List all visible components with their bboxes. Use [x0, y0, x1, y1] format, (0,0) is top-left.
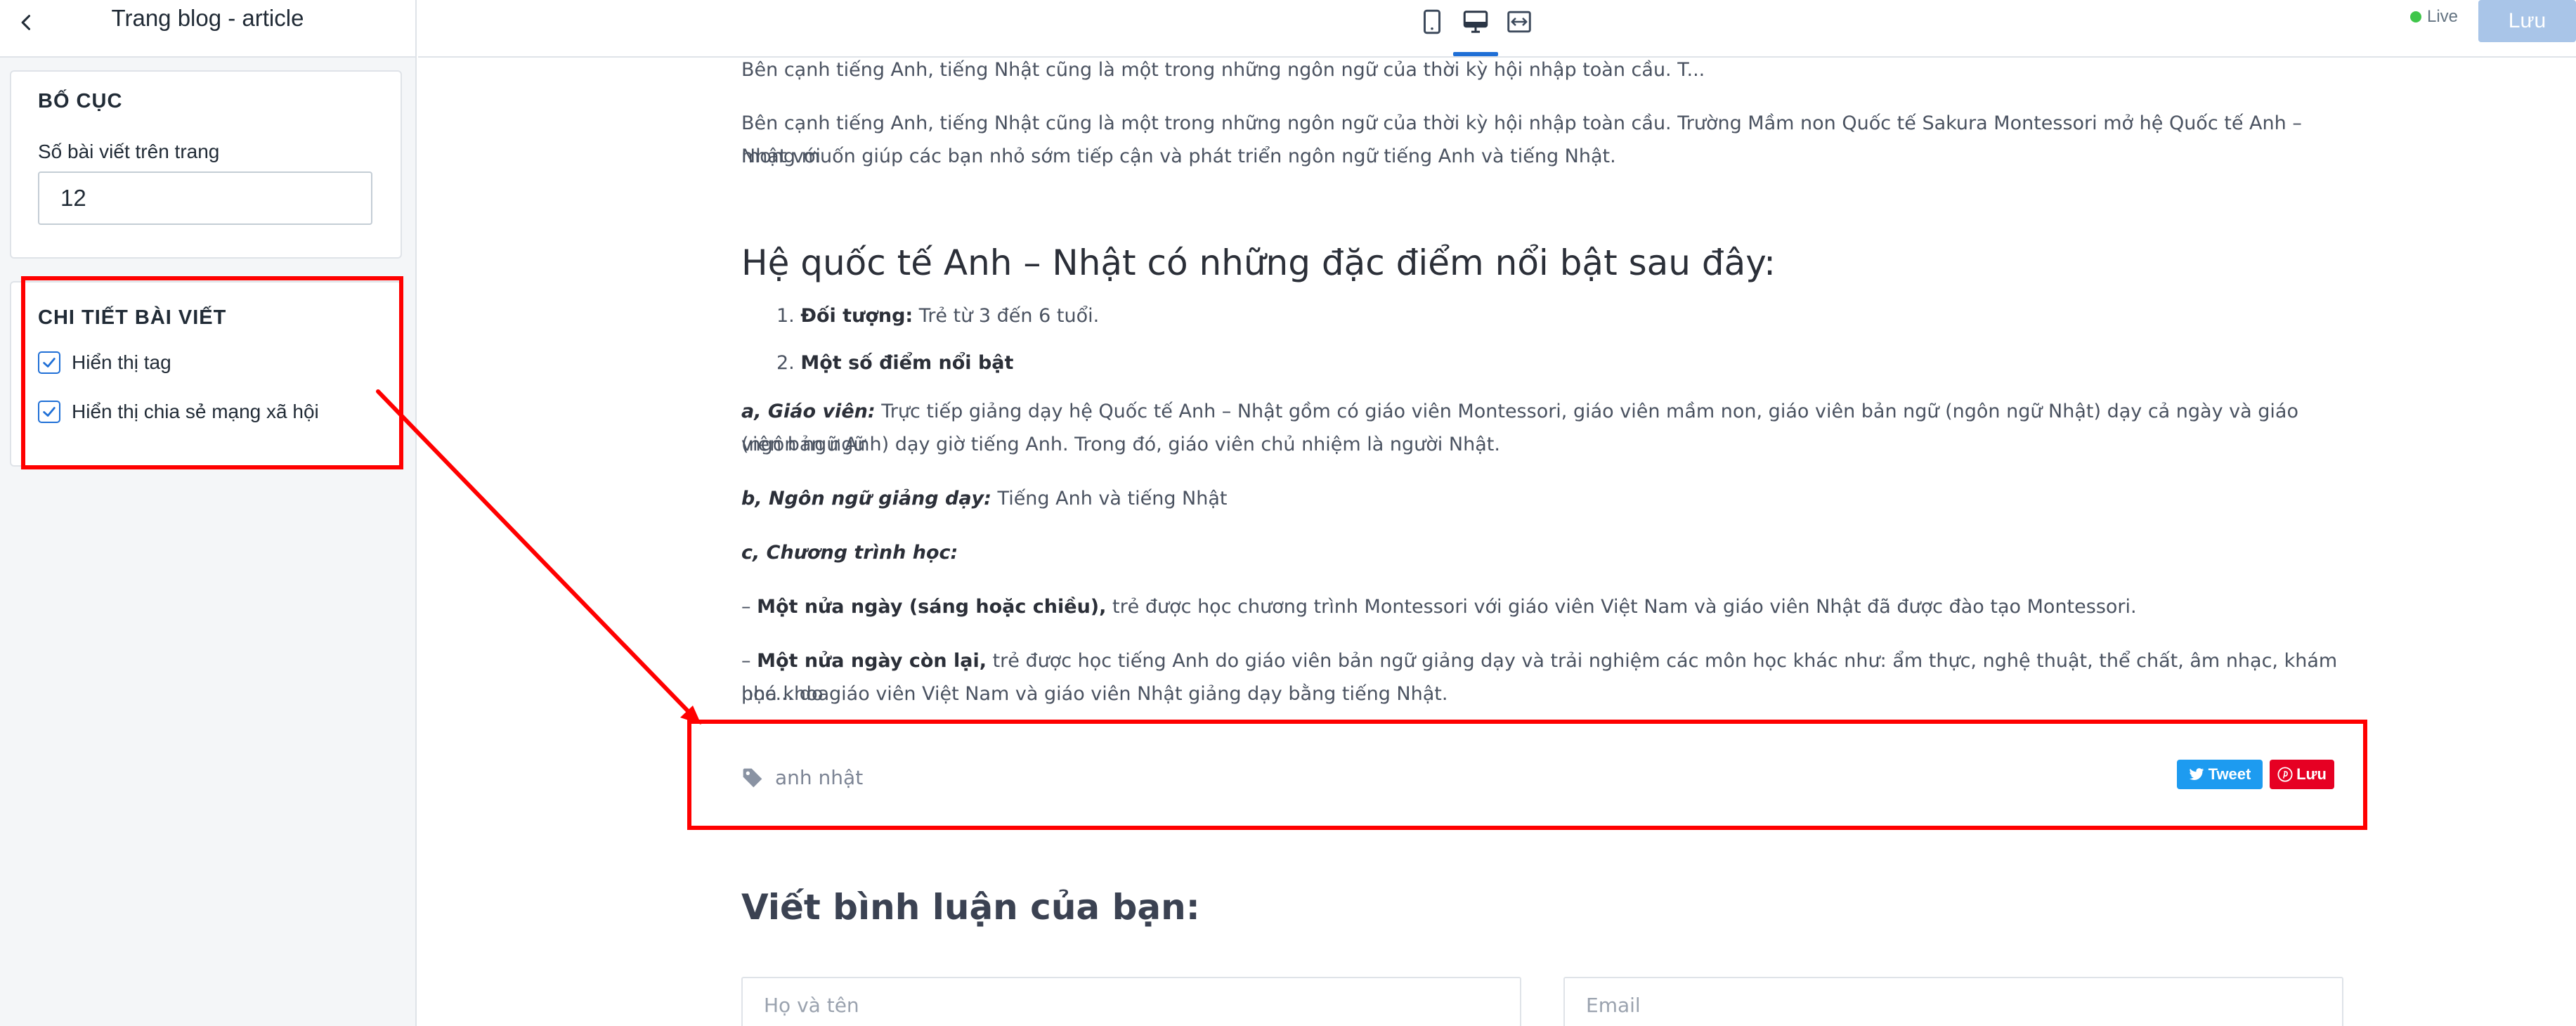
- fullwidth-icon: [1507, 11, 1531, 33]
- sidebar-header: Trang blog - article: [0, 0, 415, 58]
- show-share-checkbox-row[interactable]: Hiển thị chia sẻ mạng xã hội: [38, 401, 319, 423]
- name-input[interactable]: [741, 977, 1521, 1026]
- desktop-icon: [1463, 11, 1488, 33]
- fullwidth-view-button[interactable]: [1502, 4, 1537, 39]
- show-tag-checkbox-row[interactable]: Hiển thị tag: [38, 351, 171, 374]
- checkmark-icon: [43, 358, 56, 368]
- live-status: Live: [2410, 7, 2458, 27]
- email-input[interactable]: [1563, 977, 2343, 1026]
- article-heading: Hệ quốc tế Anh – Nhật có những đặc điểm …: [741, 242, 1776, 283]
- annotation-box-preview: [687, 720, 2367, 830]
- language-paragraph: b, Ngôn ngữ giảng dạy: Tiếng Anh và tiến…: [741, 482, 2343, 515]
- comment-heading: Viết bình luận của bạn:: [741, 887, 1200, 928]
- list-item: 2. Một số điểm nổi bật: [776, 352, 1013, 374]
- teachers-line-2: (ngôn ngữ Anh) dạy giờ tiếng Anh. Trong …: [741, 434, 1500, 455]
- editor-topbar: [418, 0, 2576, 58]
- live-dot-icon: [2410, 11, 2421, 22]
- article-intro-line-2: mong muốn giúp các bạn nhỏ sớm tiếp cận …: [741, 145, 1616, 167]
- list-item: 1. Đối tượng: Trẻ từ 3 đến 6 tuổi.: [776, 305, 1099, 327]
- half-day-1-text: trẻ được học chương trình Montessori với…: [1106, 596, 2137, 618]
- twitter-icon: [2189, 768, 2204, 780]
- show-tag-label: Hiển thị tag: [72, 351, 171, 373]
- half-day-2-bold: Một nửa ngày còn lại,: [757, 650, 987, 672]
- pinterest-label: Lưu: [2296, 765, 2327, 783]
- list-item-text: Trẻ từ 3 đến 6 tuổi.: [913, 305, 1100, 327]
- post-detail-card-title: CHI TIẾT BÀI VIẾT: [38, 306, 227, 329]
- pinterest-icon: [2277, 767, 2293, 782]
- tag-icon: [743, 768, 762, 787]
- half-day-1-paragraph: – Một nửa ngày (sáng hoặc chiều), trẻ đư…: [741, 590, 2343, 623]
- dash: –: [741, 596, 757, 618]
- posts-per-page-input[interactable]: [38, 171, 372, 225]
- show-share-label: Hiển thị chia sẻ mạng xã hội: [72, 401, 319, 422]
- settings-sidebar: Trang blog - article BỐ CỤC Số bài viết …: [0, 0, 417, 1026]
- tweet-label: Tweet: [2208, 765, 2251, 783]
- dash: –: [741, 650, 757, 672]
- list-item-bold: Đối tượng:: [800, 305, 913, 327]
- posts-per-page-label: Số bài viết trên trang: [38, 141, 220, 162]
- program-label: c, Chương trình học:: [741, 542, 958, 564]
- pinterest-save-button[interactable]: Lưu: [2270, 760, 2334, 789]
- live-label: Live: [2427, 7, 2459, 26]
- desktop-view-button[interactable]: [1458, 4, 1493, 39]
- program-paragraph: c, Chương trình học:: [741, 536, 2343, 569]
- page-title: Trang blog - article: [111, 5, 304, 31]
- layout-card: BỐ CỤC Số bài viết trên trang: [10, 70, 402, 259]
- language-text: Tiếng Anh và tiếng Nhật: [991, 488, 1228, 509]
- list-item-bold: Một số điểm nổi bật: [800, 352, 1014, 374]
- show-share-checkbox[interactable]: [38, 401, 60, 423]
- half-day-1-bold: Một nửa ngày (sáng hoặc chiều),: [757, 596, 1107, 618]
- save-button[interactable]: Lưu: [2478, 0, 2576, 42]
- show-tag-checkbox[interactable]: [38, 351, 60, 374]
- half-day-2-line-2: học... do giáo viên Việt Nam và giáo viê…: [741, 683, 1448, 705]
- list-number: 1.: [776, 305, 795, 327]
- mobile-view-button[interactable]: [1414, 4, 1450, 39]
- tweet-button[interactable]: Tweet: [2177, 760, 2263, 789]
- teachers-label: a, Giáo viên:: [741, 401, 876, 422]
- layout-card-title: BỐ CỤC: [38, 90, 123, 112]
- tag-link[interactable]: anh nhật: [775, 766, 863, 789]
- language-label: b, Ngôn ngữ giảng dạy:: [741, 488, 991, 509]
- post-detail-card: CHI TIẾT BÀI VIẾT Hiển thị tag Hiển thị …: [10, 281, 402, 467]
- article-excerpt: Bên cạnh tiếng Anh, tiếng Nhật cũng là m…: [741, 59, 1705, 81]
- article-tags: anh nhật: [741, 766, 863, 789]
- checkmark-icon: [43, 407, 56, 417]
- mobile-icon: [1424, 9, 1440, 34]
- list-number: 2.: [776, 352, 795, 374]
